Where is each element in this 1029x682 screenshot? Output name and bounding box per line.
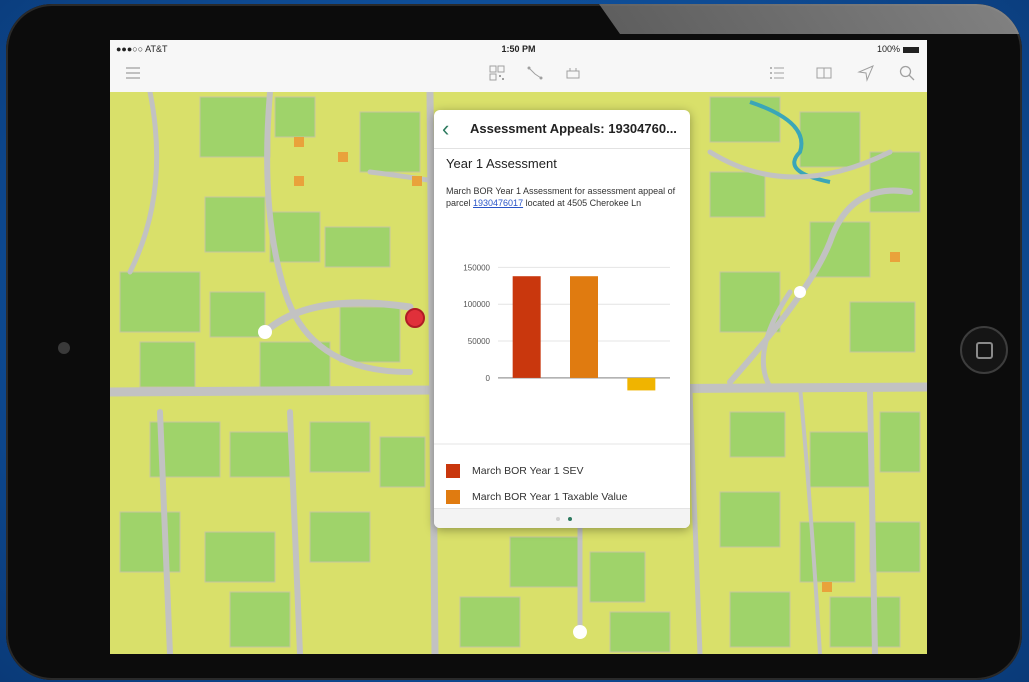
legend-label-sev: March BOR Year 1 SEV — [472, 465, 584, 477]
y-tick-label: 0 — [486, 374, 491, 383]
assessment-popup: ‹ Assessment Appeals: 19304760... Year 1… — [434, 110, 690, 528]
battery-indicator: 100% — [877, 44, 919, 54]
page-indicator — [434, 508, 690, 528]
description-location: located at 4505 Cherokee Ln — [523, 198, 642, 208]
home-button[interactable] — [960, 326, 1008, 374]
camera-lens — [58, 342, 70, 354]
menu-icon[interactable] — [122, 64, 144, 86]
legend-swatch-sev — [446, 464, 460, 478]
home-icon — [976, 342, 993, 359]
qr-icon[interactable] — [486, 64, 508, 86]
chart-bar[interactable] — [627, 377, 656, 391]
chart-bar[interactable] — [570, 276, 598, 378]
y-tick-label: 150000 — [463, 263, 490, 272]
search-icon[interactable] — [896, 64, 918, 86]
popup-title: Assessment Appeals: 19304760... — [470, 121, 677, 136]
legend-swatch-taxable — [446, 490, 460, 504]
tablet-frame: ●●●○○ AT&T 1:50 PM 100% ‹ Assessment App… — [6, 4, 1022, 680]
popup-description: March BOR Year 1 Assessment for assessme… — [446, 185, 678, 209]
locate-icon[interactable] — [855, 64, 877, 86]
app-toolbar — [110, 58, 927, 93]
popup-header: ‹ Assessment Appeals: 19304760... — [434, 110, 690, 149]
page-dot[interactable] — [568, 517, 572, 521]
y-tick-label: 100000 — [463, 300, 490, 309]
assessment-bar-chart: 0 50000 100000 150000 — [434, 263, 690, 445]
y-tick-label: 50000 — [468, 337, 491, 346]
status-bar: ●●●○○ AT&T 1:50 PM 100% — [110, 40, 927, 58]
back-chevron-icon[interactable]: ‹ — [442, 116, 449, 142]
chart-bar[interactable] — [512, 276, 541, 378]
frame-reflection — [591, 4, 1022, 34]
selected-parcel-marker — [405, 308, 425, 328]
page-dot[interactable] — [556, 517, 560, 521]
legend-label-taxable: March BOR Year 1 Taxable Value — [472, 491, 628, 503]
list-icon[interactable] — [766, 64, 788, 86]
battery-percent: 100% — [876, 44, 900, 54]
book-icon[interactable] — [813, 64, 835, 86]
section-title: Year 1 Assessment — [446, 156, 557, 171]
measure-icon[interactable] — [524, 64, 546, 86]
layers-icon[interactable] — [562, 64, 584, 86]
parcel-link[interactable]: 1930476017 — [473, 198, 523, 208]
app-screen: ●●●○○ AT&T 1:50 PM 100% ‹ Assessment App… — [110, 40, 927, 654]
clock: 1:50 PM — [501, 44, 536, 54]
battery-icon — [903, 46, 919, 53]
